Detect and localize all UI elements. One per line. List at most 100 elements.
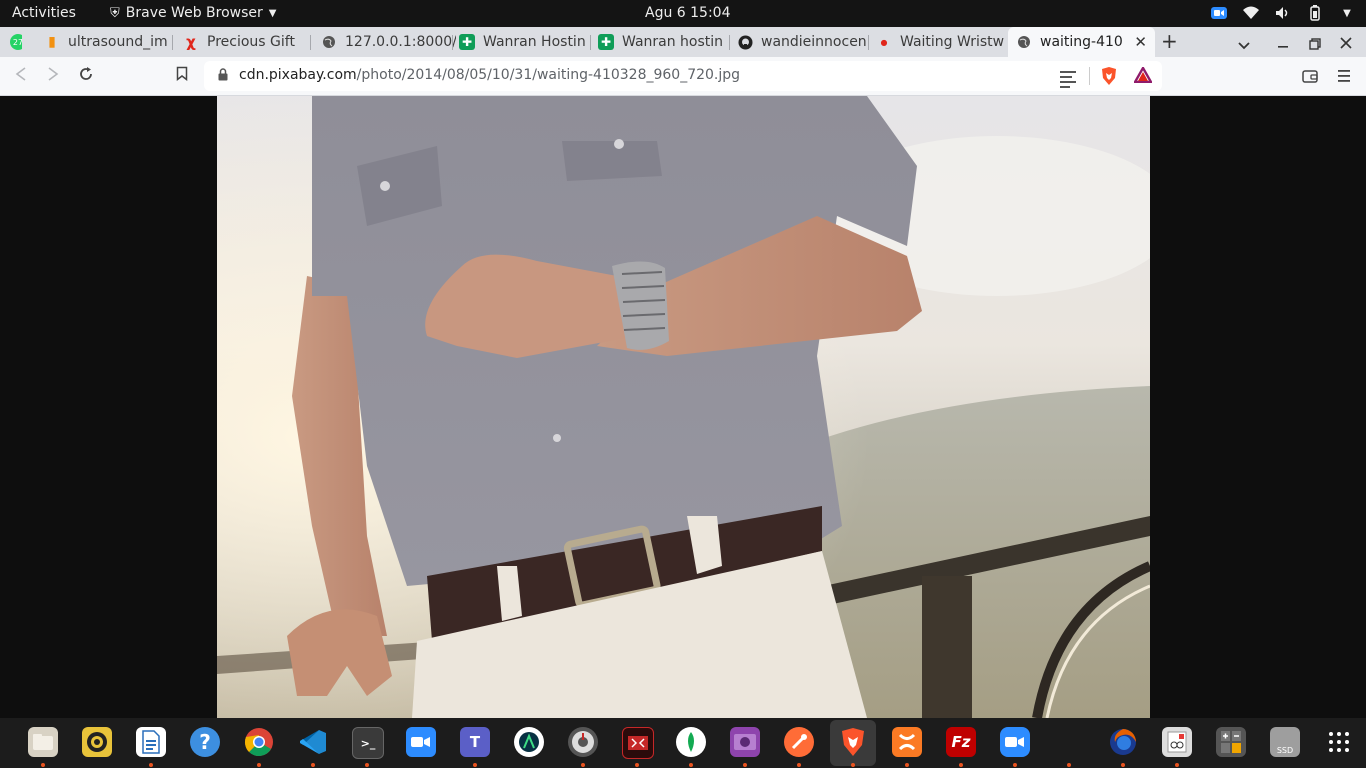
address-bar[interactable]: cdn.pixabay.com/photo/2014/08/05/10/31/w… (204, 61, 1162, 91)
libreoffice-writer-icon[interactable] (136, 727, 166, 757)
tab-strip: 27 ▮ ultrasound_im χ Precious Gift 127.0… (0, 27, 1366, 57)
document-viewer-icon[interactable] (1162, 727, 1192, 757)
running-indicator (311, 763, 315, 767)
running-indicator (851, 763, 855, 767)
vscode-icon[interactable] (298, 727, 328, 757)
tab-title: ultrasound_im (68, 34, 168, 50)
rhythmbox-icon[interactable] (82, 727, 112, 757)
zoom-icon-2[interactable] (1000, 727, 1030, 757)
tab-search-chevron-icon[interactable] (1238, 34, 1250, 55)
tab-wanran-hosting-2[interactable]: ✚ Wanran hostin (590, 27, 733, 57)
ssd-label: SSD (1276, 746, 1294, 755)
tab-wanran-hosting-1[interactable]: ✚ Wanran Hostin (451, 27, 594, 57)
terminal-icon[interactable]: >_ (352, 727, 384, 759)
gnome-top-bar: Activities ⛨ Brave Web Browser ▼ Agu 6 1… (0, 0, 1366, 27)
running-indicator (365, 763, 369, 767)
figure-icon: χ (186, 33, 196, 51)
video-tool-icon[interactable] (730, 727, 760, 757)
wifi-icon[interactable] (1242, 4, 1260, 22)
running-indicator (149, 763, 153, 767)
volume-icon[interactable] (1274, 4, 1292, 22)
brave-lion-icon: ⛨ (110, 5, 120, 21)
tab-ultrasound[interactable]: ▮ ultrasound_im (36, 27, 174, 57)
tab-title: Wanran Hostin (483, 34, 586, 50)
chevron-down-icon[interactable]: ▼ (1338, 4, 1356, 22)
forward-button[interactable] (47, 66, 59, 85)
mongodb-compass-icon[interactable] (676, 727, 706, 757)
zoom-tray-icon[interactable] (1210, 4, 1228, 22)
filezilla-icon[interactable]: Fz (946, 727, 976, 757)
running-indicator (743, 763, 747, 767)
activities-button[interactable]: Activities (12, 5, 76, 21)
firefox-icon[interactable] (1108, 727, 1138, 757)
tab-whatsapp-pinned[interactable]: 27 (0, 27, 22, 57)
show-applications-icon[interactable] (1324, 727, 1354, 757)
reload-button[interactable] (78, 66, 94, 86)
globe-icon (321, 34, 337, 50)
ubuntu-dock: ? >_ T Fz SSD (0, 718, 1366, 768)
minimize-button[interactable] (1277, 33, 1289, 54)
running-indicator (1067, 763, 1071, 767)
back-button[interactable] (15, 66, 27, 85)
chevron-down-icon: ▼ (268, 7, 277, 19)
brave-shields-icon[interactable] (1100, 66, 1118, 90)
wallet-icon[interactable] (1302, 68, 1318, 87)
android-studio-icon[interactable] (514, 727, 544, 757)
teams-icon[interactable]: T (460, 727, 490, 757)
disk-tool-icon[interactable] (568, 727, 598, 757)
menu-icon[interactable] (1338, 68, 1350, 87)
running-indicator (797, 763, 801, 767)
close-window-button[interactable] (1340, 33, 1352, 54)
browser-toolbar: cdn.pixabay.com/photo/2014/08/05/10/31/w… (0, 57, 1366, 96)
document-icon: ▮ (48, 34, 56, 50)
tab-localhost[interactable]: 127.0.0.1:8000/ (313, 27, 456, 57)
displayed-photo[interactable] (217, 96, 1150, 718)
tab-title: Waiting Wristw (900, 34, 1005, 50)
divider (1089, 67, 1090, 85)
tab-separator (310, 35, 311, 50)
url-host: cdn.pixabay.com (239, 67, 357, 83)
brave-icon[interactable] (838, 727, 868, 757)
whatsapp-badge: 27 (12, 37, 22, 47)
pixabay-icon: ● (880, 37, 888, 47)
app-menu-label: Brave Web Browser (125, 5, 263, 21)
new-tab-button[interactable]: + (1161, 29, 1178, 53)
chrome-icon[interactable] (244, 727, 274, 757)
running-indicator (905, 763, 909, 767)
brave-rewards-icon[interactable] (1132, 65, 1154, 87)
lock-icon[interactable] (218, 68, 228, 84)
bookmark-icon[interactable] (176, 66, 188, 85)
running-indicator (473, 763, 477, 767)
zoom-icon[interactable] (406, 727, 436, 757)
ssd-drive-icon[interactable]: SSD (1270, 727, 1300, 757)
running-indicator (1013, 763, 1017, 767)
battery-icon[interactable] (1306, 4, 1324, 22)
tab-title: Precious Gift (207, 34, 295, 50)
running-indicator (689, 763, 693, 767)
maximize-button[interactable] (1309, 34, 1321, 55)
files-app-icon[interactable] (28, 727, 58, 757)
tab-title: 127.0.0.1:8000/ (345, 34, 456, 50)
tab-github[interactable]: wandieinnocen (729, 27, 872, 57)
github-icon (737, 34, 753, 50)
app-menu[interactable]: ⛨ Brave Web Browser ▼ (110, 5, 276, 21)
tab-precious-gift[interactable]: χ Precious Gift (175, 27, 308, 57)
running-indicator (581, 763, 585, 767)
reader-mode-icon[interactable] (1060, 68, 1076, 91)
photo-illustration (217, 96, 1150, 718)
tab-waiting-wristwatch[interactable]: ● Waiting Wristw (868, 27, 1014, 57)
postman-icon[interactable] (784, 727, 814, 757)
whatsapp-icon: 27 (10, 34, 22, 50)
system-tray[interactable]: ▼ (1210, 4, 1356, 22)
xampp-icon[interactable] (892, 727, 922, 757)
clock[interactable]: Agu 6 15:04 (645, 5, 731, 21)
tab-waiting-jpg-active[interactable]: waiting-410 ✕ (1008, 27, 1155, 57)
close-tab-icon[interactable]: ✕ (1134, 33, 1147, 51)
url-text[interactable]: cdn.pixabay.com/photo/2014/08/05/10/31/w… (239, 67, 740, 83)
calculator-icon[interactable] (1216, 727, 1246, 757)
tab-title: Wanran hostin (622, 34, 724, 50)
page-viewport (0, 96, 1366, 718)
globe-icon (1016, 34, 1032, 50)
screen-recorder-icon[interactable] (622, 727, 654, 759)
help-icon[interactable]: ? (190, 727, 220, 757)
